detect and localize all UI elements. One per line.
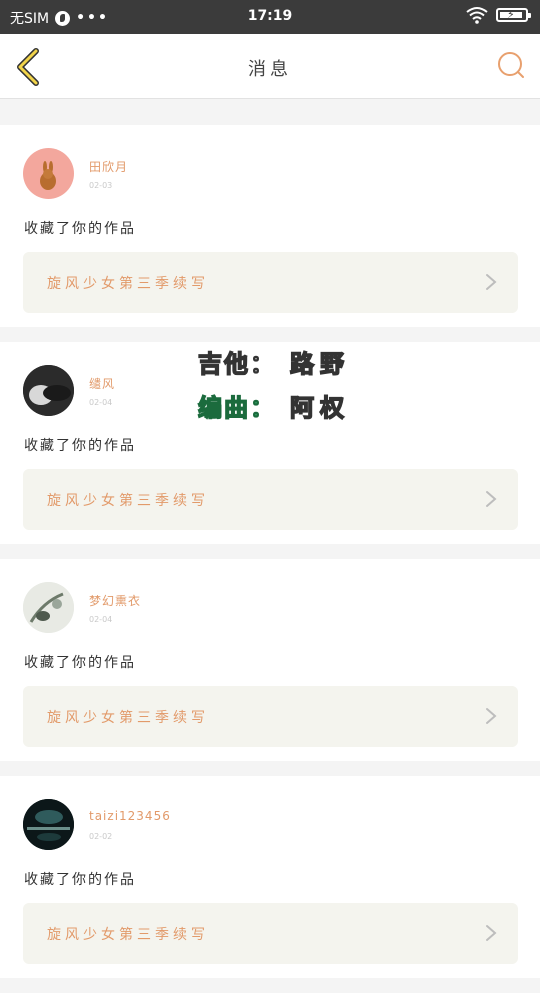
notification-card: 田欣月 02-03 收藏了你的作品 旋风少女第三季续写 (0, 125, 540, 327)
work-title: 旋风少女第三季续写 (47, 927, 209, 943)
username[interactable]: taizi123456 (89, 809, 171, 823)
timestamp: 02-03 (89, 181, 113, 190)
chevron-right-icon (486, 274, 497, 290)
username[interactable]: 缱风 (89, 375, 115, 392)
credit-label: 吉他： (197, 349, 276, 379)
timestamp: 02-02 (89, 832, 113, 841)
chevron-right-icon (486, 925, 497, 941)
action-text: 收藏了你的作品 (24, 872, 136, 888)
action-text: 收藏了你的作品 (24, 438, 136, 454)
status-bar: 无SIM ••• 17:19 ⚡ (0, 0, 540, 34)
credit-label: 编曲： (197, 393, 276, 423)
credit-value: 阿权 (289, 393, 350, 423)
notification-list: 田欣月 02-03 收藏了你的作品 旋风少女第三季续写 缱风 02-04 收藏了… (0, 125, 540, 993)
portrait-icon (23, 365, 74, 416)
work-title: 旋风少女第三季续写 (47, 493, 209, 509)
work-link[interactable]: 旋风少女第三季续写 (23, 252, 518, 313)
bunny-icon (40, 161, 56, 190)
wifi-icon (466, 7, 488, 24)
work-link[interactable]: 旋风少女第三季续写 (23, 686, 518, 747)
work-link[interactable]: 旋风少女第三季续写 (23, 469, 518, 530)
night-scene-icon (23, 799, 74, 850)
page-title: 消息 (248, 59, 292, 80)
credit-line-guitar: 吉他： 路野 (197, 342, 350, 386)
clock: 17:19 (247, 8, 293, 24)
work-title: 旋风少女第三季续写 (47, 710, 209, 726)
avatar[interactable] (23, 582, 74, 633)
username[interactable]: 田欣月 (89, 158, 128, 175)
nav-bar: 消息 (0, 34, 540, 99)
work-title: 旋风少女第三季续写 (47, 276, 209, 292)
work-link[interactable]: 旋风少女第三季续写 (23, 903, 518, 964)
search-icon[interactable] (496, 50, 526, 80)
avatar[interactable] (23, 148, 74, 199)
action-text: 收藏了你的作品 (24, 655, 136, 671)
notification-card: 梦幻熏衣 02-04 收藏了你的作品 旋风少女第三季续写 (0, 559, 540, 761)
action-text: 收藏了你的作品 (24, 221, 136, 237)
timestamp: 02-04 (89, 615, 113, 624)
notification-card: taizi123456 02-02 收藏了你的作品 旋风少女第三季续写 (0, 776, 540, 978)
credit-line-arrangement: 编曲： 阿权 (197, 386, 350, 430)
credits-overlay: 吉他： 路野 编曲： 阿权 (197, 342, 350, 430)
chevron-right-icon (486, 708, 497, 724)
avatar[interactable] (23, 365, 74, 416)
sketch-icon (23, 582, 74, 633)
credit-value: 路野 (289, 349, 350, 379)
timestamp: 02-04 (89, 398, 113, 407)
chevron-right-icon (486, 491, 497, 507)
avatar[interactable] (23, 799, 74, 850)
battery-icon: ⚡ (496, 8, 531, 22)
username[interactable]: 梦幻熏衣 (89, 592, 141, 609)
